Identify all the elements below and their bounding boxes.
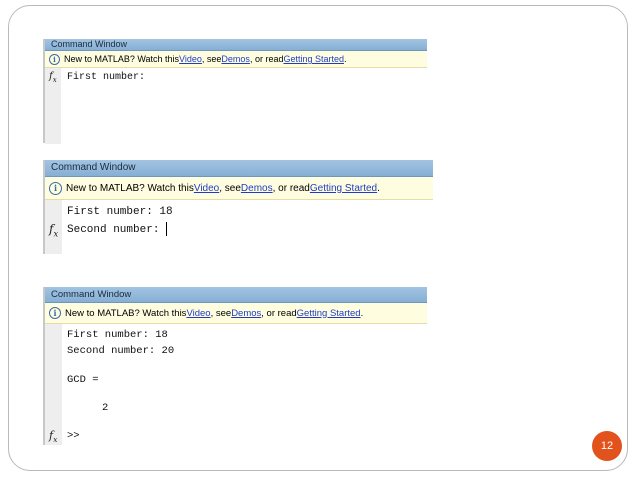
gutter [45,324,62,445]
video-link[interactable]: Video [194,183,219,194]
getting-started-link[interactable]: Getting Started [297,308,361,319]
command-window-title: Command Window [45,160,433,177]
function-browser-icon[interactable]: fx [49,429,57,444]
command-window-body[interactable]: First number: 18 fx Second number: [45,200,433,254]
function-browser-icon[interactable]: fx [49,222,58,238]
video-link[interactable]: Video [186,308,210,319]
demos-link[interactable]: Demos [231,308,261,319]
command-prompt[interactable]: >> [67,430,80,442]
output-line: GCD = [67,374,99,386]
info-icon: i [49,53,60,65]
output-line: Second number: 20 [67,345,175,357]
page-number-badge: 12 [592,431,622,461]
command-window-title: Command Window [45,39,427,51]
getting-started-link[interactable]: Getting Started [283,54,344,64]
output-line: First number: 18 [67,329,168,341]
command-window-body[interactable]: fx First number: [45,68,427,144]
prompt-text: Second number: [67,223,167,236]
info-bar: i New to MATLAB? Watch this Video, see D… [45,303,427,324]
command-window-2: Command Window i New to MATLAB? Watch th… [43,160,433,254]
output-line: First number: 18 [67,206,173,218]
function-browser-icon[interactable]: fx [49,71,57,84]
result-value: 2 [102,402,109,414]
demos-link[interactable]: Demos [221,54,250,64]
info-bar: i New to MATLAB? Watch this Video, see D… [45,177,433,200]
command-window-3: Command Window i New to MATLAB? Watch th… [43,287,427,445]
info-icon: i [49,307,61,319]
output-line: First number: [67,72,146,83]
info-icon: i [49,181,62,195]
demos-link[interactable]: Demos [241,183,273,194]
command-window-body[interactable]: First number: 18 Second number: 20 GCD =… [45,324,427,445]
command-window-1: Command Window i New to MATLAB? Watch th… [43,39,427,144]
text-cursor [166,222,168,236]
getting-started-link[interactable]: Getting Started [310,183,377,194]
command-window-title: Command Window [45,287,427,303]
input-line[interactable]: Second number: [67,222,168,236]
info-bar: i New to MATLAB? Watch this Video, see D… [45,51,427,68]
video-link[interactable]: Video [179,54,202,64]
